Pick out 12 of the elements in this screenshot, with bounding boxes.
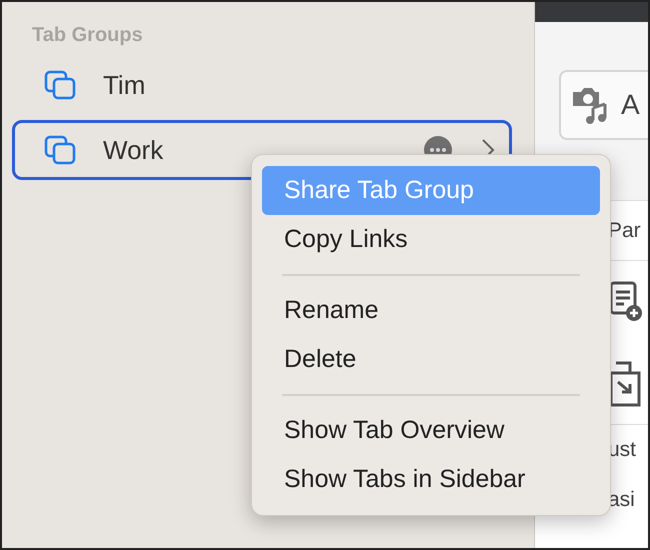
menu-item[interactable]: Delete [262, 335, 600, 384]
tab-group-icon [44, 135, 76, 165]
media-button[interactable]: A [559, 70, 648, 140]
menu-item[interactable]: Show Tabs in Sidebar [262, 455, 600, 504]
menu-item[interactable]: Rename [262, 286, 600, 335]
sidebar-heading: Tab Groups [32, 23, 143, 48]
menu-item[interactable]: Show Tab Overview [262, 406, 600, 455]
tab-group-icon [44, 70, 76, 100]
tab-group-item[interactable]: Tim [12, 55, 512, 115]
menu-item[interactable]: Copy Links [262, 215, 600, 264]
document-plus-icon [608, 280, 644, 324]
button-label: A [621, 88, 640, 122]
